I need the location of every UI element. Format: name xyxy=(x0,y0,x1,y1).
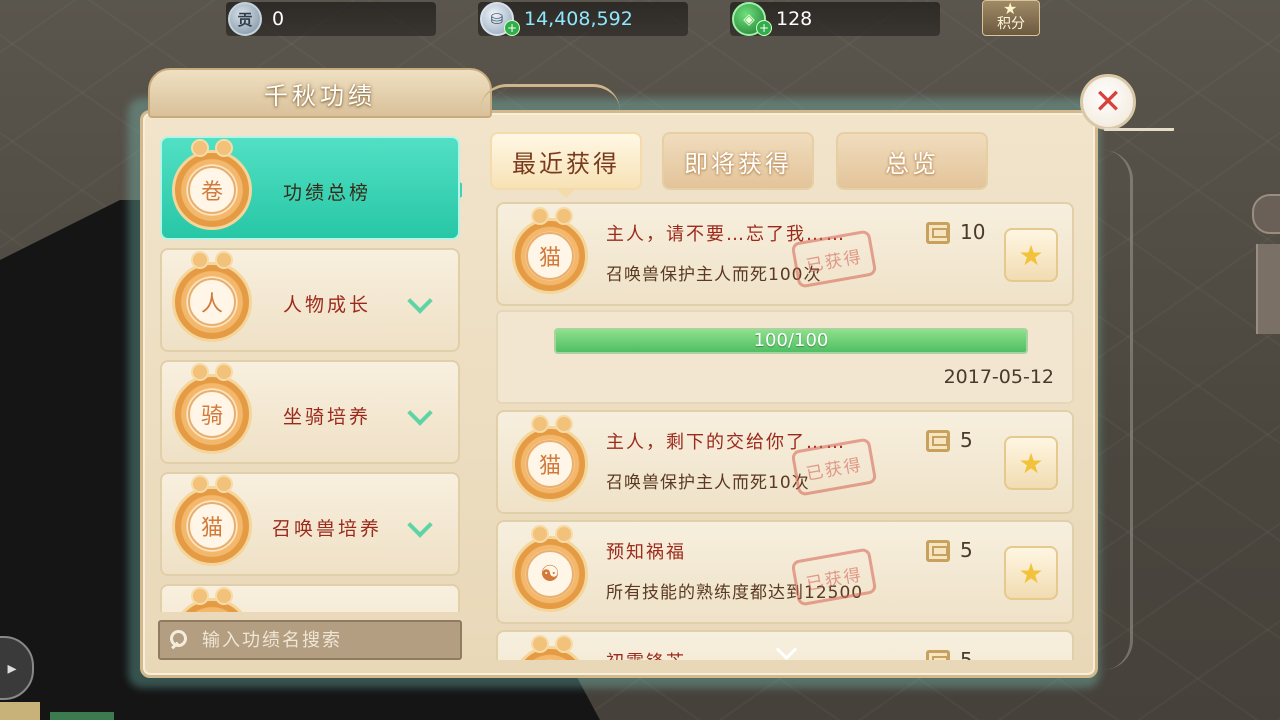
close-ribbon-ornament xyxy=(1104,128,1174,149)
menu-item-label: 人物成长 xyxy=(282,294,371,316)
points-icon xyxy=(926,222,950,244)
pet-icon: 猫 xyxy=(172,475,252,566)
chevron-down-icon[interactable] xyxy=(406,522,432,536)
achievement-name: 预知祸福 xyxy=(606,542,686,563)
achievement-points: 5 xyxy=(960,538,973,562)
tab-upcoming[interactable]: 即将获得 xyxy=(662,132,814,190)
title-swirl-ornament xyxy=(480,84,620,111)
achievement-points: 5 xyxy=(960,648,973,660)
medal-icon xyxy=(512,635,588,660)
achievement-list[interactable]: 猫 主人，请不要…忘了我…… 召唤兽保护主人而死100次 已获得 10 ★ 10… xyxy=(494,200,1080,660)
menu-item-label: 召唤兽培养 xyxy=(271,518,382,540)
jade-counter[interactable]: ◈ + 128 xyxy=(730,2,940,36)
achievement-description: 召唤兽保护主人而死100次 xyxy=(606,265,822,285)
silver-counter[interactable]: ⛁ + 14,408,592 xyxy=(478,2,688,36)
points-icon xyxy=(926,540,950,562)
bottom-bar-edge xyxy=(50,712,114,720)
contribution-coin-icon: 贡 xyxy=(228,2,262,36)
reward-star-icon[interactable]: ★ xyxy=(1004,546,1058,600)
achievement-detail: 100/100 2017-05-12 xyxy=(496,310,1074,404)
obtained-stamp: 已获得 xyxy=(790,547,878,607)
achievement-row[interactable]: 猫 主人，剩下的交给你了…… 召唤兽保护主人而死10次 已获得 5 ★ xyxy=(496,410,1074,514)
add-silver-icon[interactable]: + xyxy=(504,20,520,36)
contribution-value: 0 xyxy=(272,8,285,30)
menu-item-partial[interactable] xyxy=(160,584,460,612)
chevron-down-icon[interactable] xyxy=(406,410,432,424)
achievement-name: 初露锋芒 xyxy=(606,648,686,660)
mount-icon: 骑 xyxy=(172,363,252,454)
menu-item-mount-training[interactable]: 骑 坐骑培养 xyxy=(160,360,460,464)
achievement-row[interactable]: 猫 主人，请不要…忘了我…… 召唤兽保护主人而死100次 已获得 10 ★ xyxy=(496,202,1074,306)
tab-recent[interactable]: 最近获得 xyxy=(490,132,642,198)
achievement-description: 召唤兽保护主人而死10次 xyxy=(606,473,810,493)
search-icon xyxy=(168,629,190,651)
progress-text: 100/100 xyxy=(753,330,829,351)
score-button[interactable]: ★ 积分 xyxy=(982,0,1040,36)
jade-value: 128 xyxy=(776,8,813,30)
top-resource-bar: 贡 0 ⛁ + 14,408,592 ◈ + 128 ★ 积分 xyxy=(0,0,1280,40)
selected-arrow-icon xyxy=(460,182,462,198)
achievement-row[interactable]: ☯ 预知祸福 所有技能的熟练度都达到12500 已获得 5 ★ xyxy=(496,520,1074,624)
bottom-tag xyxy=(0,702,40,720)
pet-icon: 猫 xyxy=(512,415,588,502)
medal-icon xyxy=(172,587,252,612)
panel-title: 千秋功绩 xyxy=(264,81,376,110)
scroll-down-icon xyxy=(774,648,798,660)
progress-bar: 100/100 xyxy=(554,328,1028,354)
star-icon: ★ xyxy=(1003,0,1018,18)
tab-overview[interactable]: 总览 xyxy=(836,132,988,190)
panel-side-ornament xyxy=(1096,150,1133,670)
add-jade-icon[interactable]: + xyxy=(756,20,772,36)
scroll-icon: 卷 xyxy=(172,139,252,230)
menu-item-overall[interactable]: 卷 功绩总榜 xyxy=(160,136,462,240)
menu-item-character-growth[interactable]: 人 人物成长 xyxy=(160,248,460,352)
achievement-search xyxy=(158,620,462,660)
side-tab-button[interactable] xyxy=(1252,194,1280,234)
menu-item-label: 功绩总榜 xyxy=(282,182,371,204)
reward-star-icon[interactable]: ★ xyxy=(1004,436,1058,490)
obtained-date: 2017-05-12 xyxy=(943,366,1054,388)
category-menu: 卷 功绩总榜 人 人物成长 骑 坐骑培养 猫 召唤兽培养 xyxy=(160,132,462,612)
reward-star-icon[interactable]: ★ xyxy=(1004,228,1058,282)
silver-value: 14,408,592 xyxy=(524,8,633,30)
chevron-down-icon[interactable] xyxy=(406,298,432,312)
yin-yang-icon: ☯ xyxy=(512,525,588,612)
character-icon: 人 xyxy=(172,251,252,342)
close-button[interactable]: ✕ xyxy=(1080,74,1136,130)
panel-title-plate: 千秋功绩 xyxy=(148,68,492,118)
menu-item-pet-training[interactable]: 猫 召唤兽培养 xyxy=(160,472,460,576)
close-icon: ✕ xyxy=(1093,82,1123,122)
achievement-points: 5 xyxy=(960,428,973,452)
pet-icon: 猫 xyxy=(512,207,588,294)
achievement-points: 10 xyxy=(960,220,986,244)
points-icon xyxy=(926,430,950,452)
contribution-counter: 贡 0 xyxy=(226,2,436,36)
search-input[interactable] xyxy=(200,628,444,652)
points-icon xyxy=(926,650,950,660)
side-panel-edge xyxy=(1256,244,1280,334)
menu-item-label: 坐骑培养 xyxy=(282,406,371,428)
